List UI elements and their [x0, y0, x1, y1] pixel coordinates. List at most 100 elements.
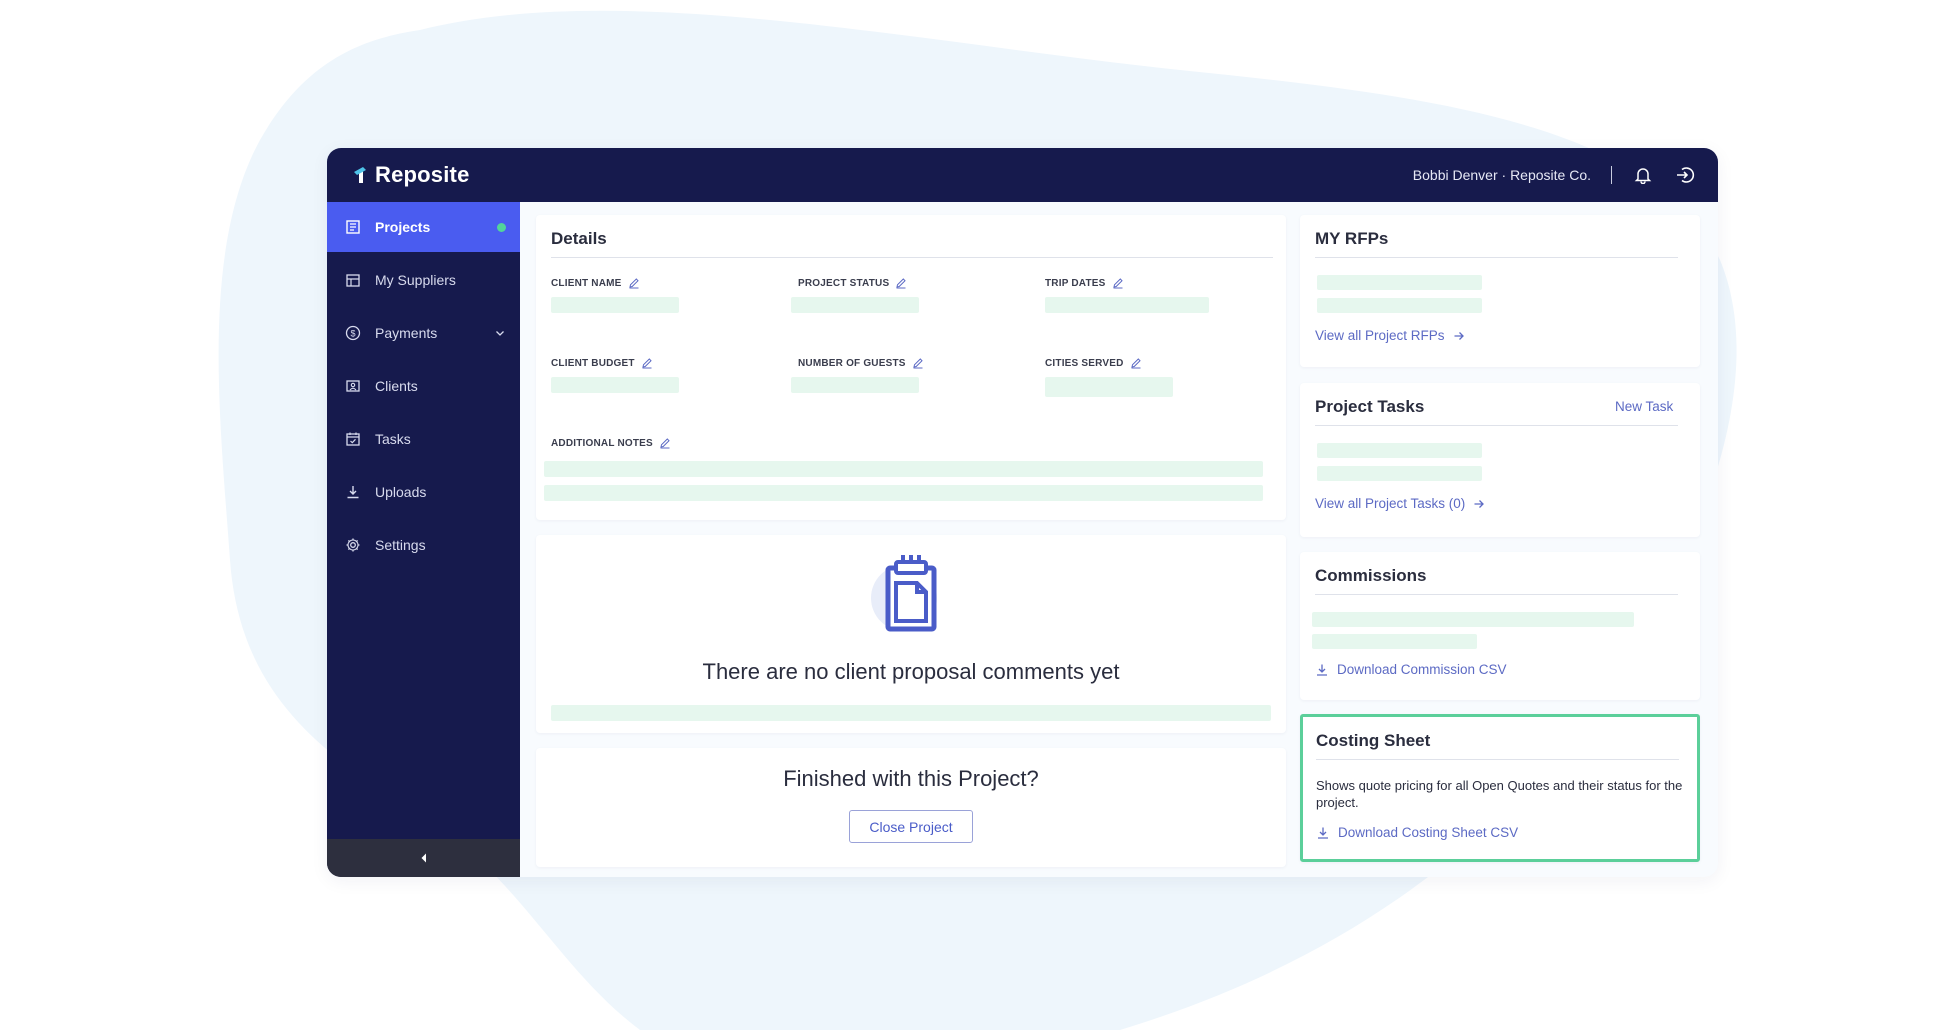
- client-name-text: CLIENT NAME: [551, 277, 622, 289]
- trip-dates-text: TRIP DATES: [1045, 277, 1106, 289]
- number-of-guests-label: NUMBER OF GUESTS: [798, 357, 924, 369]
- commissions-card: Commissions Download Commission CSV: [1300, 552, 1700, 700]
- user-label: Bobbi Denver · Reposite Co.: [1412, 167, 1591, 183]
- bell-icon[interactable]: [1632, 164, 1654, 186]
- details-title: Details: [551, 229, 607, 248]
- tasks-icon: [344, 430, 362, 448]
- trip-dates-skeleton: [1045, 297, 1209, 313]
- projects-icon: [344, 218, 362, 236]
- app-window: Reposite Bobbi Denver · Reposite Co. Pro…: [327, 148, 1718, 877]
- tasks-skeleton-1: [1317, 443, 1482, 458]
- sidebar-item-label: Settings: [375, 537, 426, 553]
- divider: [551, 257, 1273, 258]
- edit-trip-dates-icon[interactable]: [1112, 277, 1124, 289]
- download-commission-csv-text: Download Commission CSV: [1337, 662, 1507, 677]
- brand-name: Reposite: [375, 162, 470, 187]
- edit-number-of-guests-icon[interactable]: [912, 357, 924, 369]
- cities-served-label: CITIES SERVED: [1045, 357, 1142, 369]
- commissions-skeleton-2: [1312, 634, 1477, 649]
- finish-project-message: Finished with this Project?: [783, 766, 1039, 791]
- client-budget-label: CLIENT BUDGET: [551, 357, 653, 369]
- number-of-guests-text: NUMBER OF GUESTS: [798, 357, 906, 369]
- clipboard-icon: [871, 555, 937, 632]
- my-rfps-card: MY RFPs View all Project RFPs: [1300, 215, 1700, 367]
- logout-icon[interactable]: [1674, 164, 1696, 186]
- client-name-label: CLIENT NAME: [551, 277, 640, 289]
- gear-icon: [344, 536, 362, 554]
- costing-sheet-description: Shows quote pricing for all Open Quotes …: [1316, 778, 1683, 810]
- top-right: Bobbi Denver · Reposite Co.: [1413, 164, 1696, 186]
- my-rfps-title: MY RFPs: [1315, 229, 1389, 248]
- divider: [1316, 759, 1679, 760]
- edit-additional-notes-icon[interactable]: [659, 437, 671, 449]
- edit-client-budget-icon[interactable]: [641, 357, 653, 369]
- empty-comments-message: There are no client proposal comments ye…: [702, 659, 1120, 684]
- comments-card: There are no client proposal comments ye…: [536, 535, 1286, 733]
- new-task-link[interactable]: New Task: [1615, 399, 1673, 414]
- divider: [1315, 425, 1678, 426]
- sidebar-item-settings[interactable]: Settings: [327, 520, 520, 570]
- download-costing-sheet-csv-text: Download Costing Sheet CSV: [1338, 825, 1519, 840]
- rfps-skeleton-2: [1317, 298, 1482, 313]
- download-costing-sheet-csv-link[interactable]: Download Costing Sheet CSV: [1316, 825, 1518, 840]
- sidebar-item-label: Tasks: [375, 431, 411, 447]
- additional-notes-label: ADDITIONAL NOTES: [551, 437, 671, 449]
- sidebar-item-tasks[interactable]: Tasks: [327, 414, 520, 464]
- commissions-skeleton-1: [1312, 612, 1634, 627]
- additional-notes-text: ADDITIONAL NOTES: [551, 437, 653, 449]
- clients-icon: [344, 377, 362, 395]
- sidebar-item-label: Payments: [375, 325, 438, 341]
- download-icon: [1318, 827, 1328, 839]
- view-all-rfps-link[interactable]: View all Project RFPs: [1315, 328, 1465, 343]
- brand[interactable]: Reposite: [351, 162, 470, 188]
- download-icon: [1317, 664, 1327, 676]
- sidebar-item-label: Projects: [375, 219, 431, 235]
- active-indicator-dot: [497, 222, 506, 232]
- view-all-tasks-link[interactable]: View all Project Tasks (0): [1315, 496, 1485, 511]
- project-status-text: PROJECT STATUS: [798, 277, 890, 289]
- client-budget-text: CLIENT BUDGET: [551, 357, 635, 369]
- edit-client-name-icon[interactable]: [628, 277, 640, 289]
- arrow-right-icon: [1454, 331, 1464, 340]
- costing-sheet-card: Costing Sheet Shows quote pricing for al…: [1300, 714, 1700, 862]
- client-budget-skeleton: [551, 377, 679, 393]
- number-of-guests-skeleton: [791, 377, 919, 393]
- trip-dates-label: TRIP DATES: [1045, 277, 1124, 289]
- sidebar-item-payments[interactable]: $ Payments: [327, 308, 520, 358]
- finish-project-card: Finished with this Project? Close Projec…: [536, 748, 1286, 867]
- dollar-icon: $: [344, 324, 362, 342]
- tasks-skeleton-2: [1317, 466, 1482, 481]
- comments-skeleton: [551, 705, 1271, 721]
- costing-sheet-title: Costing Sheet: [1316, 731, 1431, 750]
- edit-cities-served-icon[interactable]: [1130, 357, 1142, 369]
- additional-notes-skeleton-2: [544, 485, 1263, 501]
- sidebar-collapse-button[interactable]: [327, 839, 520, 877]
- download-commission-csv-link[interactable]: Download Commission CSV: [1315, 662, 1507, 677]
- close-project-button[interactable]: Close Project: [849, 810, 973, 843]
- view-all-tasks-text: View all Project Tasks (0): [1315, 496, 1466, 511]
- sidebar-item-label: My Suppliers: [375, 272, 456, 288]
- project-status-label: PROJECT STATUS: [798, 277, 907, 289]
- project-status-skeleton: [791, 297, 919, 313]
- sidebar-item-label: Clients: [375, 378, 418, 394]
- chevron-down-icon[interactable]: [494, 327, 506, 339]
- caret-left-icon: [421, 853, 426, 863]
- edit-project-status-icon[interactable]: [895, 277, 907, 289]
- cities-served-text: CITIES SERVED: [1045, 357, 1124, 369]
- view-all-rfps-text: View all Project RFPs: [1315, 328, 1445, 343]
- upload-icon: [344, 483, 362, 501]
- project-tasks-card: Project Tasks New Task View all Project …: [1300, 383, 1700, 537]
- project-tasks-title: Project Tasks: [1315, 397, 1425, 416]
- cities-served-skeleton: [1045, 377, 1173, 397]
- client-name-skeleton: [551, 297, 679, 313]
- additional-notes-skeleton-1: [544, 461, 1263, 477]
- sidebar-item-uploads[interactable]: Uploads: [327, 467, 520, 517]
- sidebar-item-my-suppliers[interactable]: My Suppliers: [327, 255, 520, 305]
- divider: [1315, 257, 1678, 258]
- suppliers-icon: [344, 271, 362, 289]
- sidebar-item-clients[interactable]: Clients: [327, 361, 520, 411]
- sidebar: Projects My Suppliers $ Payments Clients: [327, 202, 520, 877]
- svg-text:$: $: [350, 329, 355, 339]
- rfps-skeleton-1: [1317, 275, 1482, 290]
- sidebar-item-projects[interactable]: Projects: [327, 202, 520, 252]
